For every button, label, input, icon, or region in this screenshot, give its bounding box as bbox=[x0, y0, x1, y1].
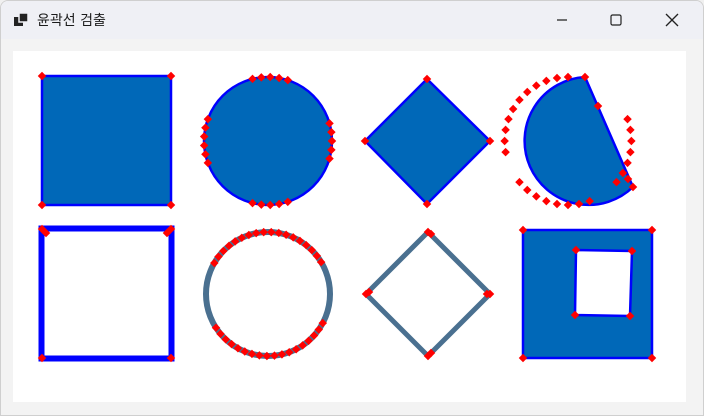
window-title: 윤곽선 검출 bbox=[37, 13, 106, 29]
picture-box bbox=[13, 51, 686, 402]
contour-point bbox=[501, 147, 510, 157]
contour-point bbox=[515, 95, 524, 105]
filled-diamond bbox=[363, 77, 492, 206]
contour-point bbox=[532, 81, 541, 90]
outline-square bbox=[38, 225, 175, 362]
outline-square-inner bbox=[44, 231, 169, 356]
maximize-icon bbox=[610, 14, 622, 26]
maximize-button[interactable] bbox=[593, 1, 639, 39]
close-icon bbox=[665, 13, 679, 27]
contour-point bbox=[542, 196, 551, 206]
contour-point bbox=[552, 73, 562, 83]
contour-point bbox=[626, 147, 635, 157]
contour-point bbox=[532, 192, 541, 201]
contour-point bbox=[523, 87, 532, 97]
contour-point bbox=[501, 125, 510, 135]
contour-canvas bbox=[37, 71, 657, 363]
app-windows-icon bbox=[14, 12, 29, 26]
contour-point bbox=[515, 177, 524, 187]
outline-diamond bbox=[362, 228, 494, 360]
app-window: 윤곽선 검출 bbox=[0, 0, 704, 416]
filled-square bbox=[40, 74, 173, 207]
contour-point bbox=[523, 185, 532, 195]
minimize-icon bbox=[557, 19, 567, 21]
contour-point bbox=[623, 114, 632, 124]
contour-point bbox=[504, 114, 513, 124]
contour-point bbox=[542, 76, 551, 86]
contour-point bbox=[508, 104, 518, 114]
contour-point bbox=[500, 136, 509, 146]
contour-point bbox=[552, 199, 562, 209]
close-button[interactable] bbox=[649, 1, 695, 39]
title-bar[interactable]: 윤곽선 검출 bbox=[1, 1, 703, 39]
filled-circle bbox=[202, 75, 334, 207]
contour-point bbox=[627, 136, 636, 146]
contour-point bbox=[626, 125, 635, 135]
square-hole bbox=[573, 248, 634, 318]
minimize-button[interactable] bbox=[539, 1, 585, 39]
